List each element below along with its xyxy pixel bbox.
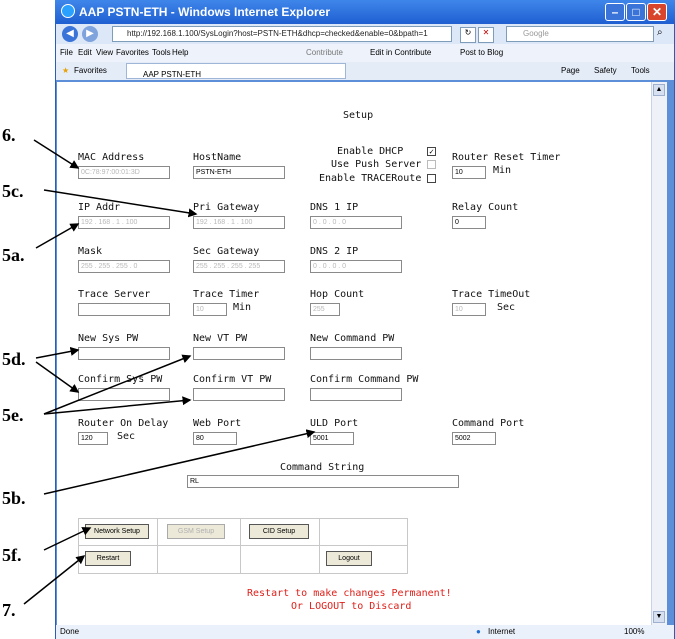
arrow-6 <box>33 139 80 169</box>
arrow-5d-2 <box>35 361 80 393</box>
arrow-5e-1 <box>43 354 192 415</box>
arrow-7 <box>23 555 86 605</box>
annotation-arrows <box>23 139 316 605</box>
arrow-5e-2 <box>43 396 192 415</box>
arrow-5f <box>43 527 92 551</box>
arrow-5d-1 <box>35 346 80 359</box>
arrow-5c <box>43 189 198 218</box>
arrow-5b <box>43 429 316 495</box>
arrow-5a <box>35 223 80 249</box>
